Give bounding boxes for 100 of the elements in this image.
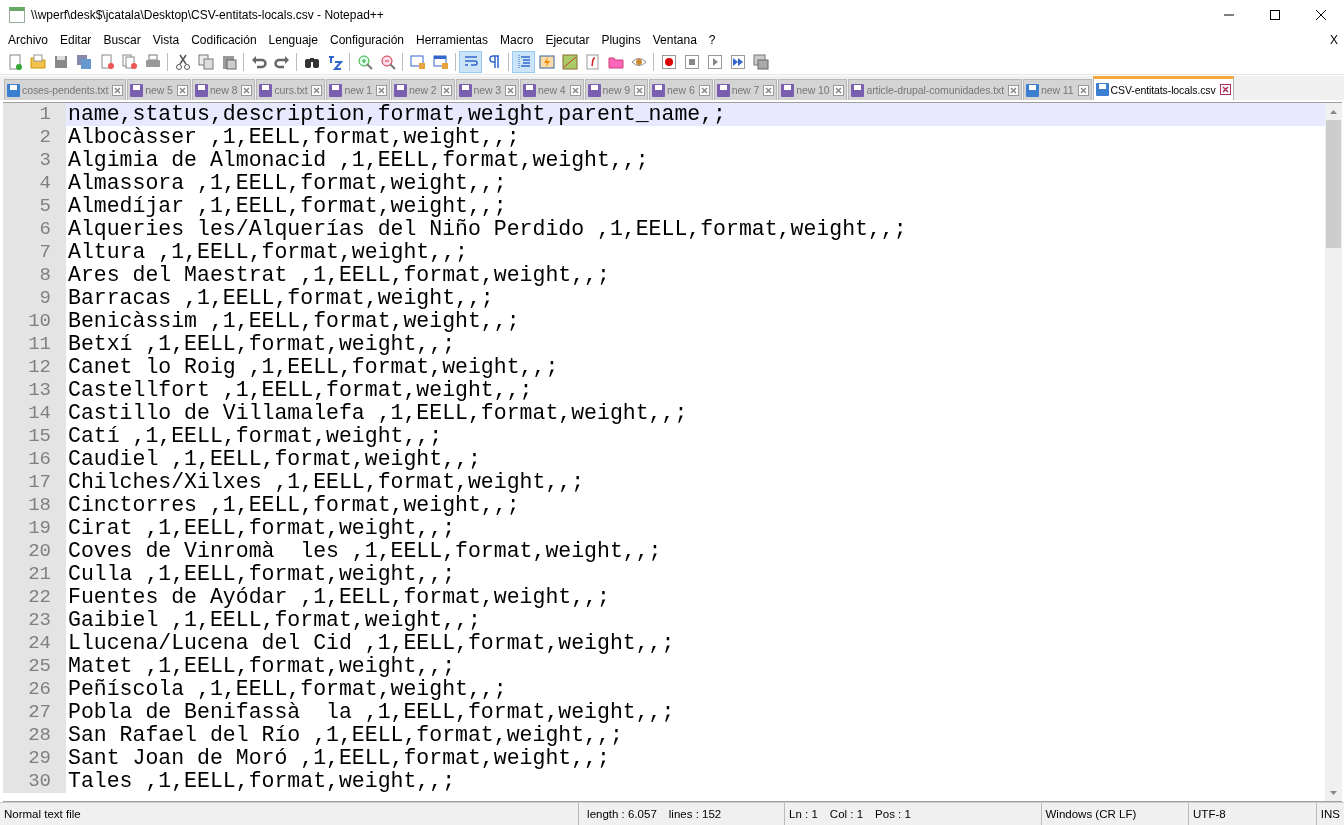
line-number: 17 [3,471,66,494]
copy-icon [197,54,214,70]
line-number: 29 [3,747,66,770]
line-number: 5 [3,195,66,218]
code-line: Caudiel ,1,EELL,format,weight,,; [67,448,482,471]
line-number: 20 [3,540,66,563]
zoom-in-icon [356,54,373,70]
menu-item[interactable]: Vista [146,33,186,47]
line-number: 24 [3,632,66,655]
undo-icon [250,54,267,70]
status-eol: Windows (CR LF) [1045,808,1137,820]
status-encoding: UTF-8 [1193,808,1226,820]
menu-item[interactable]: Ventana [646,33,703,47]
tab-label: new 6 [667,84,695,96]
tab-close-icon[interactable] [112,84,124,96]
scroll-down-icon[interactable] [1330,790,1337,795]
tab-label: new 10 [796,84,830,96]
tab-label: curs.txt [274,84,308,96]
code-line: Castellfort ,1,EELL,format,weight,,; [67,379,534,402]
code-line: Coves de Vinromà les ,1,EELL,format,weight,,; [67,540,663,563]
menu-item[interactable]: Editar [54,33,98,47]
tab-label: CSV-entitats-locals.csv [1110,83,1216,96]
status-file-type: Normal text file [4,808,81,820]
line-number: 18 [3,494,66,517]
tab-label: new 5 [145,84,173,96]
fast-forward-icon [729,54,746,70]
tab-close-icon[interactable] [569,84,581,96]
text-editor[interactable] [3,102,1342,802]
code-line: San Rafael del Río ,1,EELL,format,weight,,; [67,724,624,747]
replace-icon [326,54,343,70]
menu-item[interactable]: Archivo [2,33,54,47]
code-line: Benicàssim ,1,EELL,format,weight,,; [67,310,521,333]
line-number: 23 [3,609,66,632]
code-line: Cinctorres ,1,EELL,format,weight,,; [67,494,521,517]
line-number: 27 [3,701,66,724]
menu-item[interactable]: Codificación [185,33,263,47]
menu-item[interactable]: Configuración [323,33,410,47]
menu-item[interactable]: ? [702,33,722,47]
tab-close-icon[interactable] [698,84,710,96]
code-line: Matet ,1,EELL,format,weight,,; [67,655,457,678]
tab-close-icon[interactable] [634,84,646,96]
tab-label: new 1 [344,84,372,96]
tab-close-icon[interactable] [440,84,452,96]
save-icon [52,54,69,70]
tab-close-icon[interactable] [176,84,188,96]
menu-item[interactable]: Buscar [97,33,147,47]
status-lines: lines : 152 [668,808,722,820]
save-all-icon [75,54,92,70]
tab-close-icon[interactable] [311,84,323,96]
vertical-scrollbar[interactable] [1325,103,1342,801]
menu-item[interactable]: Plugins [595,33,647,47]
line-number: 2 [3,126,66,149]
tab-label: new 7 [731,84,760,96]
close-document-button[interactable]: X [1324,33,1344,47]
menu-item[interactable]: Herramientas [410,33,495,47]
menu-item[interactable]: Macro [494,33,540,47]
line-number: 25 [3,655,66,678]
tab-close-icon[interactable] [1219,84,1231,95]
status-ln: Ln : 1 [789,808,818,820]
tab-close-icon[interactable] [1008,84,1020,96]
zoom-out-icon [379,54,396,70]
line-number: 21 [3,563,66,586]
tab-close-icon[interactable] [376,84,387,96]
tab-label: new 2 [409,84,437,96]
new-file-icon [6,54,23,70]
close-all-icon [121,54,138,70]
maximize-icon [1269,9,1281,21]
tab-close-icon[interactable] [763,84,775,96]
status-mode: INS [1320,808,1340,820]
paste-icon [220,54,237,70]
code-line: Culla ,1,EELL,format,weight,,; [67,563,457,586]
tab-close-icon[interactable] [505,84,517,96]
lightning-panel-icon [538,54,555,70]
line-number: 4 [3,172,66,195]
tab-close-icon[interactable] [833,84,845,96]
code-line: Sant Joan de Moró ,1,EELL,format,weight,,; [67,747,611,770]
line-number: 28 [3,724,66,747]
code-line: Ares del Maestrat ,1,EELL,format,weight,,; [67,264,611,287]
tab-label: coses-pendents.txt [22,84,109,96]
line-number: 26 [3,678,66,701]
indent-guide-button[interactable] [512,51,535,73]
status-pos: Pos : 1 [875,808,911,820]
line-number: 16 [3,448,66,471]
line-number: 6 [3,218,66,241]
code-line: Barracas ,1,EELL,format,weight,,; [67,287,495,310]
tab-close-icon[interactable] [1077,84,1089,96]
tab-close-icon[interactable] [241,84,253,96]
word-wrap-button[interactable] [459,51,482,73]
menu-item[interactable]: Lenguaje [262,33,324,47]
stop-icon [683,54,700,70]
scrollbar-thumb[interactable] [1326,120,1341,248]
file-tab[interactable]: CSV-entitats-locals.csv [1092,76,1234,100]
folder-icon [607,54,624,70]
code-line: Chilches/Xilxes ,1,EELL,format,weight,,; [67,471,586,494]
code-line: Pobla de Benifassà la ,1,EELL,format,weight,,; [67,701,676,724]
menu-item[interactable]: Ejecutar [539,33,596,47]
code-line: Castillo de Villamalefa ,1,EELL,format,weight,,; [67,402,689,425]
line-number: 22 [3,586,66,609]
tab-label: new 3 [473,84,502,96]
scroll-up-icon[interactable] [1330,109,1337,114]
